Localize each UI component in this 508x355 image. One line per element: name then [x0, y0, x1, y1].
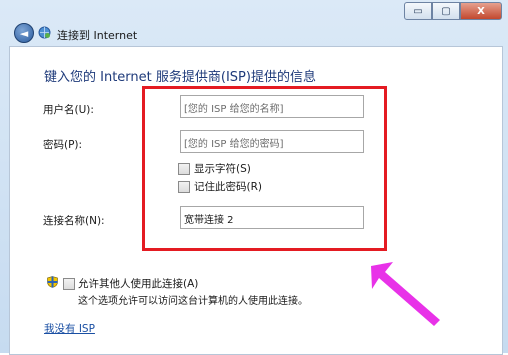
- annotation-arrow: [371, 262, 440, 326]
- window-frame: ▭ ▢ X ◄ 连接到 Internet 键入您的 Internet 服务提供商…: [0, 0, 508, 355]
